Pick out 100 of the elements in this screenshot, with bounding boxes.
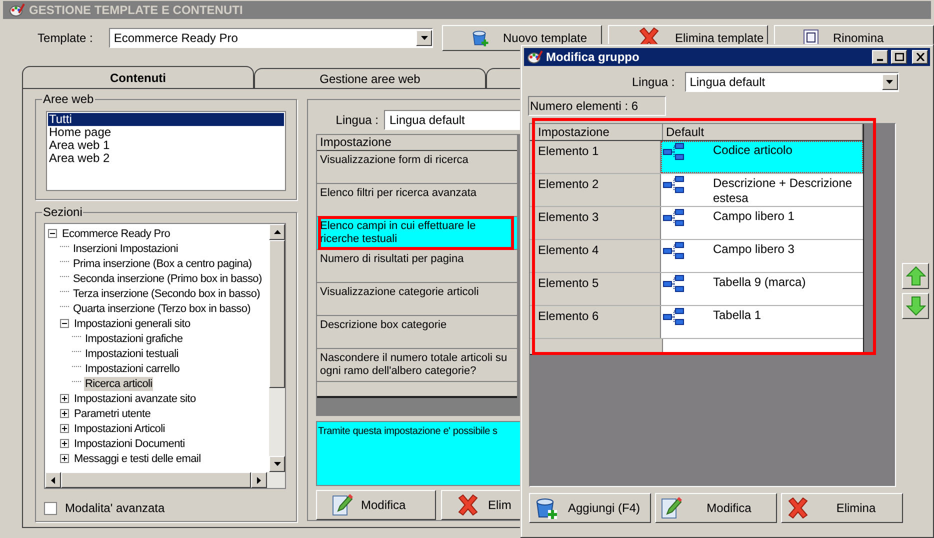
table-row[interactable]: Elenco filtri per ricerca avanzata <box>317 184 517 217</box>
expand-icon[interactable] <box>60 409 69 418</box>
tree-item[interactable]: Seconda inserzione (Primo box in basso) <box>72 272 263 286</box>
tree-item[interactable]: Inserzioni Impostazioni <box>72 242 179 256</box>
column-header[interactable]: Impostazione <box>530 124 663 140</box>
table-cell[interactable]: Campo libero 1 <box>661 207 863 239</box>
cell-text: Campo libero 1 <box>713 209 796 224</box>
list-item[interactable]: Area web 2 <box>48 152 284 165</box>
tree-item[interactable]: Messaggi e testi delle email <box>73 452 202 466</box>
column-header[interactable]: Default <box>663 124 863 140</box>
bucket-plus-icon <box>534 496 558 520</box>
tree-item[interactable]: Impostazioni carrello <box>84 362 181 376</box>
table-row[interactable]: Visualizzazione categorie articoli <box>317 283 517 316</box>
list-item[interactable]: Area web 1 <box>48 139 284 152</box>
collapse-icon[interactable] <box>48 229 57 238</box>
column-header[interactable]: Impostazione <box>317 135 517 151</box>
tree-structure-icon <box>663 176 685 194</box>
window-title: GESTIONE TEMPLATE E CONTENUTI <box>29 2 243 19</box>
collapse-icon[interactable] <box>60 319 69 328</box>
table-cell: Elemento 6 <box>530 306 661 338</box>
template-dropdown[interactable]: Ecommerce Ready Pro <box>108 28 433 48</box>
cell-text: Tabella 1 <box>713 308 762 323</box>
action-button[interactable]: Modifica <box>316 490 436 520</box>
table-cell: Elemento 2 <box>530 174 661 206</box>
tree-item[interactable]: Ricerca articoli <box>84 376 154 390</box>
checkbox-label: Modalita' avanzata <box>65 500 165 517</box>
group-title: Sezioni <box>42 205 84 219</box>
scroll-down-icon[interactable] <box>269 456 285 472</box>
action-button[interactable]: Modifica <box>655 493 777 523</box>
minimize-icon[interactable] <box>872 50 888 64</box>
tree-item[interactable]: Impostazioni grafiche <box>84 332 184 346</box>
element-count: Numero elementi : 6 <box>528 96 666 116</box>
palette-icon <box>9 3 25 17</box>
tab[interactable]: Contenuti <box>22 66 254 88</box>
table-row[interactable]: Nascondere il numero totale articoli su ogni ramo dell'albero categorie? <box>317 349 517 382</box>
close-icon[interactable] <box>912 50 928 64</box>
table-row[interactable]: Descrizione box categorie <box>317 316 517 349</box>
down-arrow-icon <box>906 296 926 316</box>
expand-icon[interactable] <box>60 424 69 433</box>
table-row[interactable]: Numero di risultati per pagina <box>317 250 517 283</box>
tree-item[interactable]: Terza inserzione (Secondo box in basso) <box>72 286 262 300</box>
table-row[interactable]: Elenco campi in cui effettuare le ricerche testuali <box>317 217 517 250</box>
expand-icon[interactable] <box>60 454 69 463</box>
cell-text: Descrizione + Descrizione estesa <box>713 176 854 206</box>
bucket-plus-icon <box>471 29 489 47</box>
cell-text: Codice articolo <box>713 143 794 158</box>
vertical-scrollbar[interactable] <box>269 224 285 472</box>
action-button[interactable]: Elimina <box>781 493 903 523</box>
move-up-button[interactable] <box>902 263 929 289</box>
table-cell[interactable]: Tabella 1 <box>661 306 863 338</box>
tree-structure-icon <box>663 143 685 161</box>
tree-item[interactable]: Impostazioni avanzate sito <box>73 392 197 406</box>
tree-structure-icon <box>663 242 685 260</box>
cross-icon <box>456 493 480 517</box>
group-title: Aree web <box>42 92 95 106</box>
tree-item[interactable]: Quarta inserzione (Terzo box in basso) <box>72 302 252 316</box>
cell-text: Campo libero 3 <box>713 242 796 257</box>
tab[interactable]: Gestione aree web <box>254 68 486 88</box>
language-label: Lingua : <box>632 74 676 91</box>
tree-item[interactable]: Prima inserzione (Box a centro pagina) <box>72 256 253 270</box>
tree-item[interactable]: Parametri utente <box>73 406 152 420</box>
scroll-thumb[interactable] <box>269 240 285 388</box>
tree-item[interactable]: Impostazioni Articoli <box>73 422 166 436</box>
tree-structure-icon <box>663 275 685 293</box>
expand-icon[interactable] <box>60 394 69 403</box>
horizontal-scrollbar[interactable] <box>45 472 285 488</box>
scroll-thumb[interactable] <box>61 472 251 488</box>
move-down-button[interactable] <box>902 293 929 319</box>
scroll-left-icon[interactable] <box>45 472 61 488</box>
table-cell: Elemento 4 <box>530 240 661 272</box>
pencil-document-icon <box>331 493 353 517</box>
tree-item[interactable]: Impostazioni Documenti <box>73 436 186 450</box>
palette-icon <box>527 50 543 64</box>
maximize-icon[interactable] <box>891 50 907 64</box>
scroll-up-icon[interactable] <box>269 224 285 240</box>
table-cell: Elemento 1 <box>530 141 661 173</box>
tree-structure-icon <box>663 308 685 326</box>
tree-item[interactable]: Ecommerce Ready Pro <box>61 226 172 240</box>
table-cell[interactable]: Campo libero 3 <box>661 240 863 272</box>
cell-text: Tabella 9 (marca) <box>713 275 807 290</box>
up-arrow-icon <box>906 266 926 286</box>
tree-item[interactable]: Impostazioni generali sito <box>73 316 192 330</box>
table-cell[interactable]: Tabella 9 (marca) <box>661 273 863 305</box>
tree-item[interactable]: Impostazioni testuali <box>84 346 180 360</box>
table-cell: Elemento 5 <box>530 273 661 305</box>
table-row[interactable]: Visualizzazione form di ricerca <box>317 151 517 184</box>
table-cell[interactable]: Codice articolo <box>661 141 863 173</box>
template-label: Template : <box>36 30 94 47</box>
scroll-right-icon[interactable] <box>251 472 267 488</box>
expand-icon[interactable] <box>60 439 69 448</box>
action-button[interactable]: Aggiungi (F4) <box>529 493 651 523</box>
language-label: Lingua : <box>334 112 380 129</box>
checkbox[interactable] <box>44 502 57 514</box>
cross-icon <box>786 496 810 520</box>
list-item[interactable]: Home page <box>48 126 284 139</box>
language-dropdown[interactable]: Lingua default <box>684 72 899 92</box>
table-cell[interactable]: Descrizione + Descrizione estesa <box>661 174 863 206</box>
tree-structure-icon <box>663 209 685 227</box>
pencil-document-icon <box>660 496 682 520</box>
list-item[interactable]: Tutti <box>48 113 284 126</box>
